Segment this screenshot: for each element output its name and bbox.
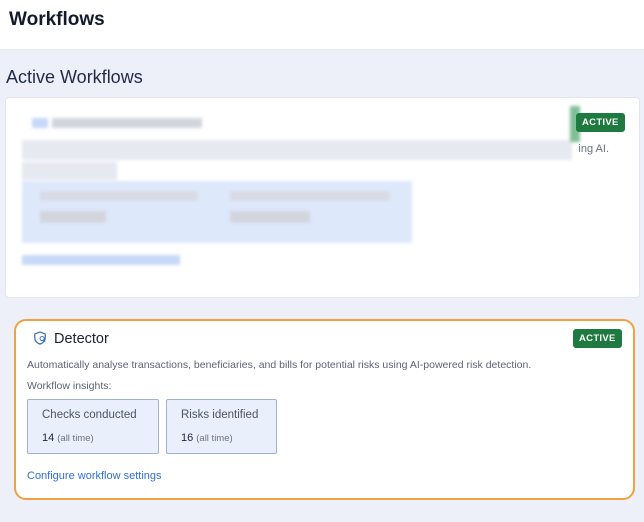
stat-value: 16 [181,432,194,444]
detector-workflow-card[interactable]: Detector ACTIVE Automatically analyse tr… [14,319,635,500]
stat-checks-conducted: Checks conducted 14 (all time) [27,399,159,454]
shield-icon [34,331,46,345]
stat-value: 14 [42,432,55,444]
stat-value-row: 14 (all time) [42,432,94,444]
section-title: Active Workflows [6,67,143,87]
redacted-content [6,98,639,297]
blurred-workflow-card[interactable]: ACTIVE ing AI. [5,97,640,298]
page-title: Workflows [9,9,105,30]
configure-workflow-link[interactable]: Configure workflow settings [27,470,162,482]
insights-label: Workflow insights: [27,380,112,392]
status-badge: ACTIVE [573,329,622,348]
stat-value-row: 16 (all time) [181,432,233,444]
stat-label: Risks identified [181,409,259,421]
workflow-description-fragment: ing AI. [578,143,609,155]
workflow-title: Detector [54,331,109,347]
status-badge: ACTIVE [576,113,625,132]
stat-risks-identified: Risks identified 16 (all time) [166,399,277,454]
top-bar: Workflows [0,0,644,50]
stat-suffix: (all time) [196,433,233,444]
stat-label: Checks conducted [42,409,137,421]
stat-suffix: (all time) [57,433,94,444]
workflow-description: Automatically analyse transactions, bene… [27,359,532,371]
